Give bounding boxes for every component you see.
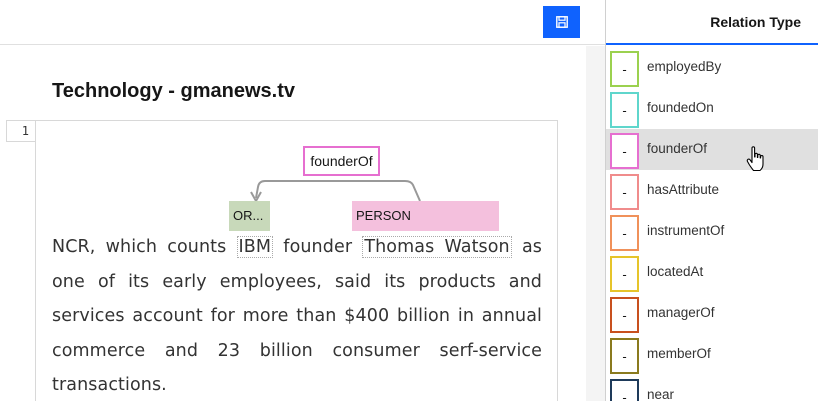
document-title: Technology - gmanews.tv [52,80,295,102]
text-segment: founder [273,237,363,257]
text-segment: NCR, which counts [52,237,237,257]
line-number: 1 [6,120,36,142]
relation-key: - [610,51,639,87]
relation-item-hasAttribute[interactable]: - hasAttribute [606,170,818,211]
relation-item-founderOf[interactable]: - founderOf [606,129,818,170]
relation-key: - [610,215,639,251]
save-icon [555,16,568,28]
relation-item-foundedOn[interactable]: - foundedOn [606,88,818,129]
text-segment: as one of its early employees, said its … [52,237,542,395]
relation-item-label: hasAttribute [647,182,720,197]
relation-key: - [610,92,639,128]
document-paragraph: NCR, which counts IBM founder Thomas Wat… [52,230,542,401]
entity-span-ibm[interactable]: IBM [236,236,274,258]
relation-item-managerOf[interactable]: - managerOf [606,293,818,334]
relation-item-label: founderOf [647,141,708,156]
relation-type-list: - employedBy - foundedOn - founderOf - h… [606,47,818,401]
relation-item-label: memberOf [647,346,711,361]
relation-item-locatedAt[interactable]: - locatedAt [606,252,818,293]
relation-item-label: instrumentOf [647,223,725,238]
relation-item-instrumentOf[interactable]: - instrumentOf [606,211,818,252]
relation-item-memberOf[interactable]: - memberOf [606,334,818,375]
relation-item-label: managerOf [647,305,715,320]
relation-item-employedBy[interactable]: - employedBy [606,47,818,88]
relation-item-label: locatedAt [647,264,704,279]
relation-key: - [610,338,639,374]
panel-title[interactable]: Relation Type [606,0,818,45]
entity-label-org[interactable]: OR... [229,201,270,231]
entity-span-thomas-watson[interactable]: Thomas Watson [362,236,512,258]
toolbar [0,0,605,45]
relation-item-label: foundedOn [647,100,714,115]
relation-item-label: employedBy [647,59,722,74]
save-button[interactable] [543,6,580,38]
entity-label-person[interactable]: PERSON [352,201,499,231]
relation-label-founderOf[interactable]: founderOf [303,146,380,176]
relation-key: - [610,297,639,333]
relation-key: - [610,133,639,169]
relation-item-near[interactable]: - near [606,375,818,401]
document-scrollbar[interactable] [586,46,605,401]
relation-key: - [610,174,639,210]
relation-key: - [610,256,639,292]
relation-item-label: near [647,387,675,401]
relation-key: - [610,379,639,401]
